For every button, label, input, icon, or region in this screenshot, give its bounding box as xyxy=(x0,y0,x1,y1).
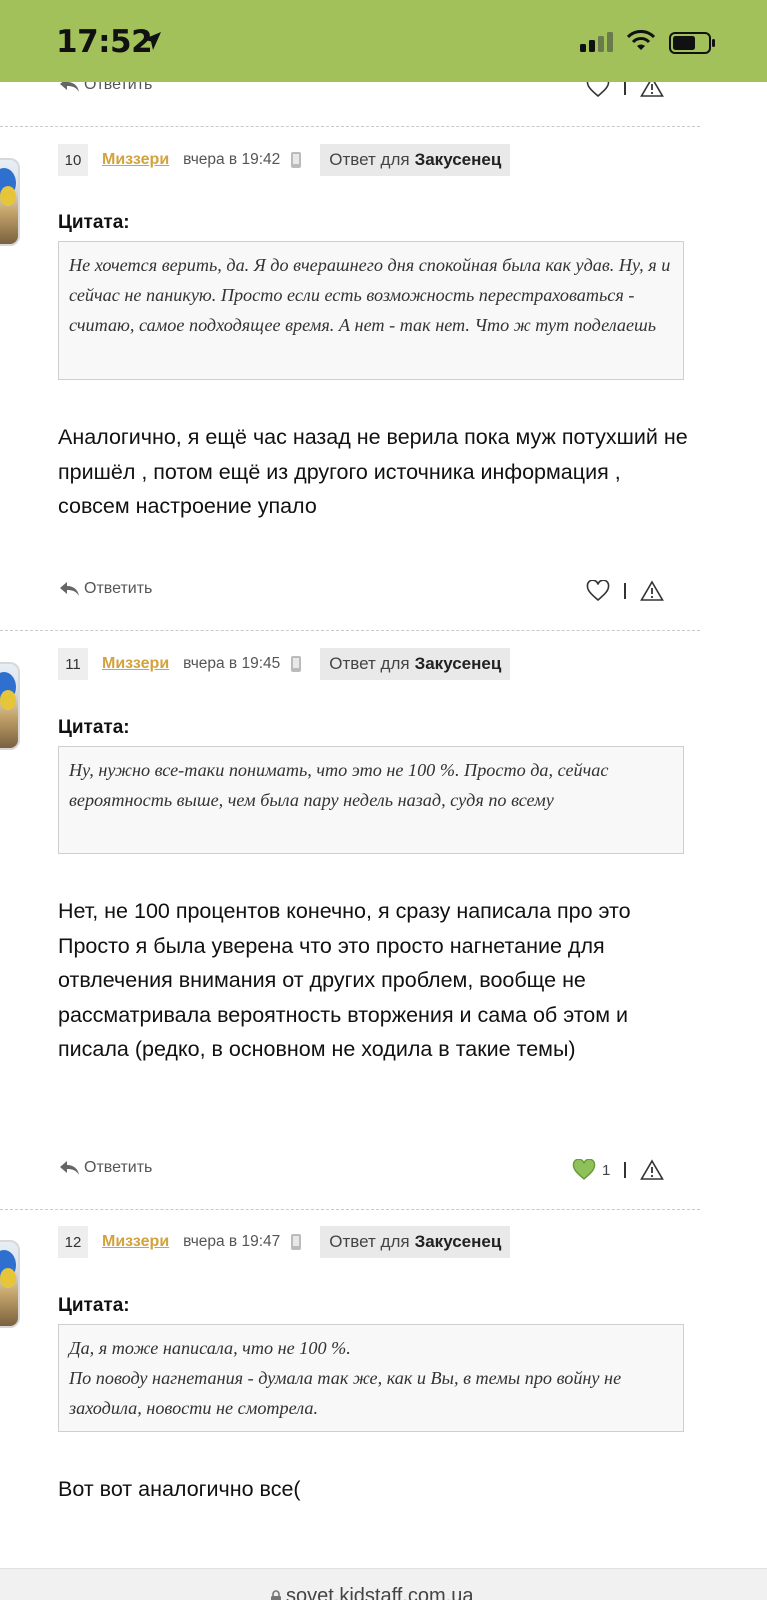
post-actions: 1 xyxy=(572,1159,664,1181)
answer-to-badge[interactable]: Ответ для Закусенец xyxy=(320,144,511,176)
quote-line: По поводу нагнетания - думала так же, ка… xyxy=(69,1368,622,1418)
quote-label: Цитата: xyxy=(58,717,130,738)
heart-icon[interactable] xyxy=(586,580,610,602)
separator xyxy=(624,583,626,599)
reply-arrow-icon xyxy=(60,1161,79,1175)
address-url[interactable]: sovet.kidstaff.com.ua xyxy=(270,1585,474,1600)
avatar[interactable] xyxy=(0,1240,20,1328)
reply-label: Ответить xyxy=(84,1159,153,1176)
post-divider xyxy=(0,1209,700,1210)
post-text: Вот вот аналогично все( xyxy=(58,1477,301,1501)
status-time: 17:52 xyxy=(56,24,153,60)
post-divider xyxy=(0,630,700,631)
post-time: вчера в 19:42 xyxy=(183,151,281,168)
answer-to-name: Закусенец xyxy=(414,1232,502,1251)
post-number[interactable]: 11 xyxy=(58,648,88,680)
reply-label: Ответить xyxy=(84,82,153,93)
answer-prefix: Ответ для xyxy=(329,150,410,169)
reply-button[interactable]: Ответить xyxy=(58,1159,152,1177)
heart-icon[interactable] xyxy=(586,82,610,98)
post-time: вчера в 19:47 xyxy=(183,1233,281,1250)
quote-label: Цитата: xyxy=(58,1295,130,1316)
separator xyxy=(624,1162,626,1178)
post-text: Аналогично, я ещё час назад не верила по… xyxy=(58,425,688,518)
post-divider xyxy=(0,126,700,127)
avatar[interactable] xyxy=(0,158,20,246)
like-count: 1 xyxy=(602,1161,611,1179)
reply-button[interactable]: Ответить xyxy=(58,82,152,94)
post-text: Нет, не 100 процентов конечно, я сразу н… xyxy=(58,894,698,1067)
quote-label: Цитата: xyxy=(58,212,130,233)
post-time: вчера в 19:45 xyxy=(183,655,281,672)
answer-to-badge[interactable]: Ответ для Закусенец xyxy=(320,648,511,680)
answer-prefix: Ответ для xyxy=(329,1232,410,1251)
warning-icon[interactable] xyxy=(639,82,664,98)
author-link[interactable]: Миззери xyxy=(102,151,169,169)
quote-box: Ну, нужно все-таки понимать, что это не … xyxy=(58,746,684,854)
reply-button[interactable]: Ответить xyxy=(58,580,152,598)
mobile-phone-icon xyxy=(291,1234,302,1250)
author-link[interactable]: Миззери xyxy=(102,1233,169,1251)
author-link[interactable]: Миззери xyxy=(102,655,169,673)
answer-to-badge[interactable]: Ответ для Закусенец xyxy=(320,1226,511,1258)
browser-address-bar[interactable]: sovet.kidstaff.com.ua xyxy=(0,1568,767,1600)
lock-icon xyxy=(271,1589,281,1600)
quote-box: Да, я тоже написала, что не 100 %. По по… xyxy=(58,1324,684,1432)
mobile-phone-icon xyxy=(291,656,302,672)
location-arrow-icon xyxy=(143,32,161,50)
answer-prefix: Ответ для xyxy=(329,654,410,673)
post-meta: 10 Миззери вчера в 19:42 Ответ для Закусе… xyxy=(58,144,511,176)
wifi-icon xyxy=(626,30,656,50)
signal-icon xyxy=(580,32,613,52)
post-text-line: Нет, не 100 процентов конечно, я сразу н… xyxy=(58,899,631,923)
avatar[interactable] xyxy=(0,662,20,750)
post-text-line: Просто я была уверена что это просто наг… xyxy=(58,933,629,1062)
warning-icon[interactable] xyxy=(639,580,664,602)
answer-to-name: Закусенец xyxy=(414,150,502,169)
post-meta: 11 Миззери вчера в 19:45 Ответ для Закусе… xyxy=(58,648,511,680)
reply-label: Ответить xyxy=(84,580,153,597)
separator xyxy=(624,82,626,95)
quote-box: Не хочется верить, да. Я до вчерашнего д… xyxy=(58,241,684,380)
battery-icon xyxy=(669,32,715,54)
post-actions xyxy=(586,82,664,98)
post-meta: 12 Миззери вчера в 19:47 Ответ для Закусе… xyxy=(58,1226,511,1258)
answer-to-name: Закусенец xyxy=(414,654,502,673)
heart-icon[interactable] xyxy=(572,1159,596,1181)
reply-arrow-icon xyxy=(60,82,79,92)
url-text: sovet.kidstaff.com.ua xyxy=(286,1585,474,1600)
warning-icon[interactable] xyxy=(639,1159,664,1181)
post-number[interactable]: 12 xyxy=(58,1226,88,1258)
quote-line: Да, я тоже написала, что не 100 %. xyxy=(69,1338,351,1358)
forum-page: Ответить 10 Миззери вчера в 19:42 Ответ … xyxy=(0,82,767,1600)
post-actions xyxy=(586,580,664,602)
post-number[interactable]: 10 xyxy=(58,144,88,176)
reply-arrow-icon xyxy=(60,582,79,596)
mobile-phone-icon xyxy=(291,152,302,168)
status-bar: 17:52 xyxy=(0,0,767,82)
